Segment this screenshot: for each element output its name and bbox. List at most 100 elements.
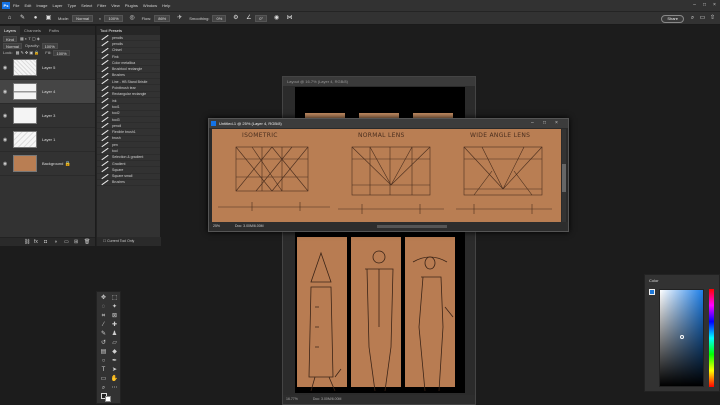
menu-plugins[interactable]: Plugins — [125, 3, 138, 8]
move-tool-icon[interactable]: ✥ — [99, 294, 108, 302]
background-color-swatch[interactable] — [105, 396, 111, 402]
preset-item[interactable]: Brushes — [97, 180, 160, 187]
brush-tool-icon[interactable]: ✎ — [99, 330, 108, 338]
mode-select[interactable]: Normal — [72, 14, 94, 22]
marquee-tool-icon[interactable]: ⬚ — [110, 294, 119, 302]
layer-name[interactable]: Background — [42, 161, 63, 166]
angle-field[interactable]: 0° — [255, 14, 268, 22]
kind-filter-select[interactable]: Kind — [3, 35, 18, 42]
magic-wand-icon[interactable]: ✦ — [110, 303, 119, 311]
dodge-tool-icon[interactable]: ○ — [99, 357, 108, 365]
home-icon[interactable]: ⌂ — [6, 15, 13, 22]
menu-edit[interactable]: Edit — [24, 3, 31, 8]
vertical-scrollbar[interactable] — [562, 129, 566, 222]
airbrush-icon[interactable]: ✈ — [176, 15, 183, 22]
fill-field[interactable]: 100% — [53, 49, 70, 56]
color-field[interactable] — [659, 289, 704, 387]
smoothing-field[interactable]: 0% — [212, 14, 227, 22]
close-icon[interactable]: × — [555, 119, 558, 128]
pressure-size-icon[interactable]: ◉ — [273, 15, 280, 22]
menu-image[interactable]: Image — [36, 3, 47, 8]
menu-layer[interactable]: Layer — [52, 3, 62, 8]
pen-tool-icon[interactable]: ✒ — [110, 357, 119, 365]
menu-window[interactable]: Window — [143, 3, 157, 8]
shape-tool-icon[interactable]: ▭ — [99, 375, 108, 383]
share-button[interactable]: Share — [661, 15, 684, 23]
history-brush-icon[interactable]: ↺ — [99, 339, 108, 347]
layout-zoom-level[interactable]: 16.77% — [286, 397, 298, 401]
frame-tool-icon[interactable]: ⊠ — [110, 312, 119, 320]
filter-icons[interactable]: ▦ ◐ T ▢ ◈ — [20, 36, 40, 41]
path-select-icon[interactable]: ➤ — [110, 366, 119, 374]
new-layer-icon[interactable]: ⊞ — [74, 239, 78, 245]
brush-settings-icon[interactable]: ▣ — [45, 15, 52, 22]
menu-help[interactable]: Help — [162, 3, 170, 8]
layer-name[interactable]: Layer 5 — [42, 65, 55, 70]
lasso-tool-icon[interactable]: ◌ — [99, 303, 108, 311]
layout-document-title[interactable]: Layout @ 16.7% (Layer 4, RGB/8) — [283, 77, 475, 86]
folder-icon[interactable]: ▭ — [64, 239, 69, 245]
workspace-icon[interactable]: ▭ — [699, 15, 706, 22]
menu-filter[interactable]: Filter — [97, 3, 106, 8]
opacity-field[interactable]: 100% — [104, 14, 123, 22]
layer-opacity-field[interactable]: 100% — [41, 42, 58, 49]
maximize-icon[interactable]: □ — [701, 2, 708, 9]
document-title-bar[interactable]: Untitled-1 @ 25% (Layer 4, RGB/8) – □ × — [209, 119, 568, 128]
minimize-icon[interactable]: – — [531, 119, 534, 128]
edit-toolbar-icon[interactable]: ⋯ — [110, 384, 119, 392]
eye-icon[interactable]: ◉ — [0, 89, 10, 95]
stamp-tool-icon[interactable]: ♟ — [110, 330, 119, 338]
share-icon[interactable]: ⇧ — [709, 15, 716, 22]
drawing-canvas[interactable]: ISOMETRIC NORMAL LENS WIDE ANGLE LENS — [212, 129, 561, 222]
current-tool-only-checkbox[interactable]: ☐ Current Tool Only — [97, 237, 161, 246]
type-tool-icon[interactable]: T — [99, 366, 108, 374]
gradient-tool-icon[interactable]: ▤ — [99, 348, 108, 356]
blur-tool-icon[interactable]: ◆ — [110, 348, 119, 356]
brush-size-icon[interactable]: ● — [32, 15, 39, 22]
layer-name[interactable]: Layer 4 — [42, 89, 55, 94]
layer-row[interactable]: ◉ Background 🔒 — [0, 152, 95, 176]
layer-row[interactable]: ◉ Layer 1 — [0, 128, 95, 152]
layer-row-selected[interactable]: ◉ Layer 4 — [0, 80, 95, 104]
gear-icon[interactable]: ⚙ — [232, 15, 239, 22]
blend-mode-select[interactable]: Normal — [3, 42, 22, 49]
zoom-level[interactable]: 25% — [213, 224, 220, 228]
untitled-document-window[interactable]: Untitled-1 @ 25% (Layer 4, RGB/8) – □ × … — [208, 118, 569, 232]
menu-type[interactable]: Type — [68, 3, 77, 8]
horizontal-scrollbar[interactable] — [377, 225, 447, 228]
foreground-color-chip[interactable] — [649, 289, 655, 295]
healing-brush-icon[interactable]: ✚ — [110, 321, 119, 329]
layer-name[interactable]: Layer 1 — [42, 137, 55, 142]
menu-view[interactable]: View — [111, 3, 120, 8]
crop-tool-icon[interactable]: ⌗ — [99, 312, 108, 320]
menu-select[interactable]: Select — [81, 3, 92, 8]
layer-row[interactable]: ◉ Layer 5 — [0, 56, 95, 80]
adjustment-icon[interactable]: ◑ — [54, 239, 57, 245]
eye-icon[interactable]: ◉ — [0, 65, 10, 71]
mask-icon[interactable]: ◘ — [44, 239, 47, 245]
zoom-tool-icon[interactable]: ⌕ — [99, 384, 108, 392]
pressure-opacity-icon[interactable]: ◎ — [129, 15, 136, 22]
link-layers-icon[interactable]: ⛓ — [24, 239, 30, 245]
eye-icon[interactable]: ◉ — [0, 137, 10, 143]
fx-icon[interactable]: fx — [34, 239, 38, 245]
tab-channels[interactable]: Channels — [20, 26, 45, 35]
eraser-tool-icon[interactable]: ▱ — [110, 339, 119, 347]
brush-tool-icon[interactable]: ✎ — [19, 15, 26, 22]
flow-field[interactable]: 86% — [154, 14, 171, 22]
trash-icon[interactable]: 🗑 — [84, 239, 90, 245]
tab-paths[interactable]: Paths — [45, 26, 63, 35]
tab-layers[interactable]: Layers — [0, 26, 21, 35]
hue-slider[interactable] — [709, 289, 714, 387]
eye-icon[interactable]: ◉ — [0, 161, 10, 167]
menu-file[interactable]: File — [13, 3, 19, 8]
search-icon[interactable]: ⌕ — [689, 15, 696, 22]
minimize-icon[interactable]: – — [691, 2, 698, 9]
maximize-icon[interactable]: □ — [543, 119, 546, 128]
eyedropper-icon[interactable]: ⁄ — [99, 321, 108, 329]
layer-row[interactable]: ◉ Layer 3 — [0, 104, 95, 128]
hand-tool-icon[interactable]: ✋ — [110, 375, 119, 383]
layer-name[interactable]: Layer 3 — [42, 113, 55, 118]
lock-icons[interactable]: ▩ ✎ ✥ ▣ 🔒 — [16, 50, 40, 55]
close-icon[interactable]: × — [711, 2, 718, 9]
